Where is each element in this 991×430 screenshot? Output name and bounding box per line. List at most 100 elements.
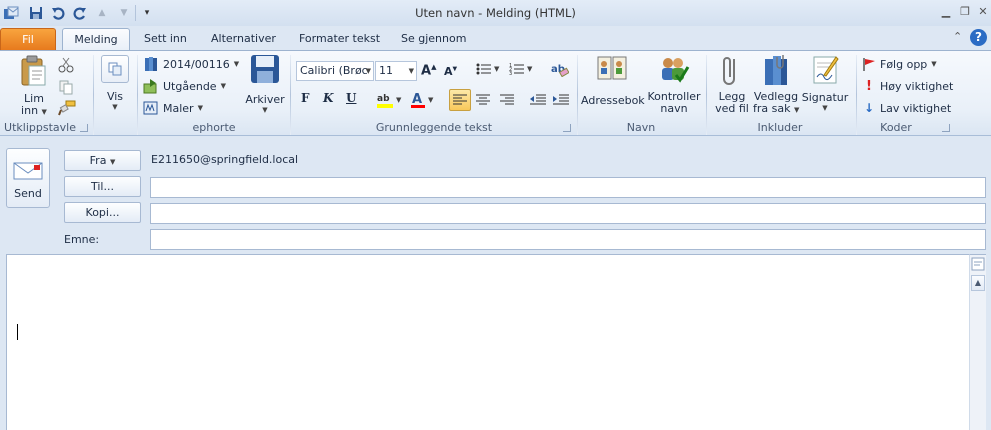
exclamation-icon: ! [866, 78, 872, 94]
maximize-icon[interactable]: ❐ [957, 4, 973, 20]
ribbon-tab-bar: Fil Melding Sett inn Alternativer Format… [0, 26, 991, 51]
cut-icon[interactable] [58, 57, 74, 76]
signature-button[interactable]: Signatur ▼ [801, 53, 849, 119]
view-label: Vis [106, 90, 124, 103]
include-group-label: Inkluder [757, 121, 803, 134]
case-number-button[interactable]: 2014/00116 ▼ [143, 55, 239, 73]
follow-up-button[interactable]: Følg opp ▼ [862, 55, 937, 73]
attach-file-label-line2: ved fil [715, 102, 749, 115]
format-painter-icon[interactable] [58, 100, 76, 119]
check-names-button[interactable]: Kontroller navn [646, 53, 702, 119]
tags-group-label: Koder [880, 121, 912, 134]
check-names-icon [662, 58, 690, 83]
archive-dropdown-arrow: ▼ [262, 106, 268, 114]
address-book-label: Adressebok [581, 94, 645, 107]
ruler-toggle-icon[interactable] [971, 257, 985, 273]
close-icon[interactable]: ✕ [975, 4, 991, 20]
tab-format-text[interactable]: Formater tekst [289, 28, 390, 51]
outgoing-icon [143, 79, 157, 94]
tab-options[interactable]: Alternativer [201, 28, 286, 51]
check-names-label-line2: navn [660, 102, 688, 115]
clipboard-dialog-launcher-icon[interactable] [80, 124, 88, 132]
svg-text:A: A [412, 92, 422, 107]
align-right-icon[interactable] [500, 94, 514, 109]
font-size-combo[interactable]: 11 ▼ [375, 61, 417, 81]
archive-label: Arkiver [245, 93, 285, 106]
collapse-ribbon-icon[interactable]: ⌃ [953, 30, 962, 43]
down-arrow-icon: ↓ [863, 101, 875, 115]
case-folder-icon [145, 57, 157, 71]
numbering-button[interactable]: 1 2 3 ▼ [509, 62, 532, 76]
align-left-icon [453, 94, 467, 105]
paste-button[interactable]: Lim inn ▼ [16, 55, 52, 117]
font-color-icon: A [411, 92, 425, 108]
copy-icon[interactable] [58, 79, 74, 98]
from-value: E211650@springfield.local [151, 153, 299, 166]
decrease-indent-icon[interactable] [530, 94, 546, 109]
increase-indent-icon[interactable] [553, 94, 569, 109]
send-button[interactable]: Send [6, 148, 50, 208]
vertical-scrollbar[interactable]: ▲ [969, 254, 986, 430]
group-separator [93, 55, 94, 135]
font-name-combo[interactable]: Calibri (Brøc ▼ [296, 61, 374, 81]
attach-from-case-button[interactable]: Vedlegg fra sak ▼ [753, 53, 799, 119]
tab-file[interactable]: Fil [0, 28, 56, 51]
title-bar: ▲ ▼ ▾ Uten navn - Melding (HTML) ▁ ❐ ✕ [0, 0, 991, 26]
to-button[interactable]: Til... [64, 176, 141, 197]
shrink-font-icon[interactable]: A▼ [444, 65, 457, 78]
high-importance-button[interactable]: ! Høy viktighet [862, 77, 953, 95]
view-dropdown-arrow: ▼ [112, 103, 118, 111]
envelope-icon [13, 162, 43, 180]
address-book-icon [597, 56, 627, 80]
outgoing-button[interactable]: Utgående ▼ [143, 77, 226, 95]
window-title: Uten navn - Melding (HTML) [415, 6, 576, 20]
align-center-icon[interactable] [476, 94, 490, 109]
low-importance-button[interactable]: ↓ Lav viktighet [862, 99, 951, 117]
highlight-pen-icon: ab [377, 94, 393, 108]
bullet-list-icon [476, 63, 491, 75]
basic-text-dialog-launcher-icon[interactable] [563, 124, 571, 132]
message-body-editor[interactable] [6, 254, 970, 430]
cc-button[interactable]: Kopi... [64, 202, 141, 223]
attach-file-button[interactable]: Legg ved fil [712, 53, 752, 119]
templates-icon [143, 101, 158, 115]
templates-button[interactable]: Maler ▼ [143, 99, 203, 117]
svg-text:ab: ab [377, 94, 390, 104]
from-button[interactable]: Fra ▼ [64, 150, 141, 171]
clear-formatting-icon[interactable]: ab [551, 61, 570, 80]
help-icon[interactable]: ? [970, 29, 987, 46]
italic-button[interactable]: K [323, 91, 333, 105]
bold-button[interactable]: F [301, 91, 310, 105]
tags-dialog-launcher-icon[interactable] [942, 124, 950, 132]
tab-insert[interactable]: Sett inn [134, 28, 197, 51]
address-book-button[interactable]: Adressebok [581, 53, 645, 117]
view-icon [101, 55, 129, 83]
paste-label-line2: inn ▼ [21, 104, 47, 117]
flag-icon [863, 58, 875, 71]
align-left-button[interactable] [449, 89, 471, 111]
view-button[interactable]: Vis ▼ [99, 55, 131, 117]
to-field[interactable] [150, 177, 986, 198]
tab-review[interactable]: Se gjennom [391, 28, 476, 51]
bullets-button[interactable]: ▼ [476, 62, 499, 76]
clipboard-group-label: Utklippstavle [4, 121, 76, 134]
subject-label: Emne: [64, 233, 100, 246]
tab-message[interactable]: Melding [62, 28, 130, 51]
archive-button[interactable]: Arkiver ▼ [242, 53, 288, 117]
scroll-up-icon[interactable]: ▲ [971, 275, 985, 291]
highlight-button[interactable]: ab ▼ [376, 91, 401, 109]
svg-text:3: 3 [509, 71, 512, 76]
underline-button[interactable]: U [346, 91, 356, 105]
numbered-list-icon: 123 [509, 63, 524, 76]
minimize-icon[interactable]: ▁ [938, 4, 954, 20]
text-cursor [17, 324, 18, 340]
ephorte-group-label: ephorte [192, 121, 236, 134]
basic-text-group-label: Grunnleggende tekst [375, 121, 493, 134]
signature-label: Signatur [801, 91, 849, 104]
floppy-disk-icon [251, 55, 279, 83]
font-color-button[interactable]: A ▼ [410, 91, 433, 109]
group-separator [137, 55, 138, 135]
grow-font-icon[interactable]: A▲ [421, 63, 436, 78]
cc-field[interactable] [150, 203, 986, 224]
subject-field[interactable] [150, 229, 986, 250]
